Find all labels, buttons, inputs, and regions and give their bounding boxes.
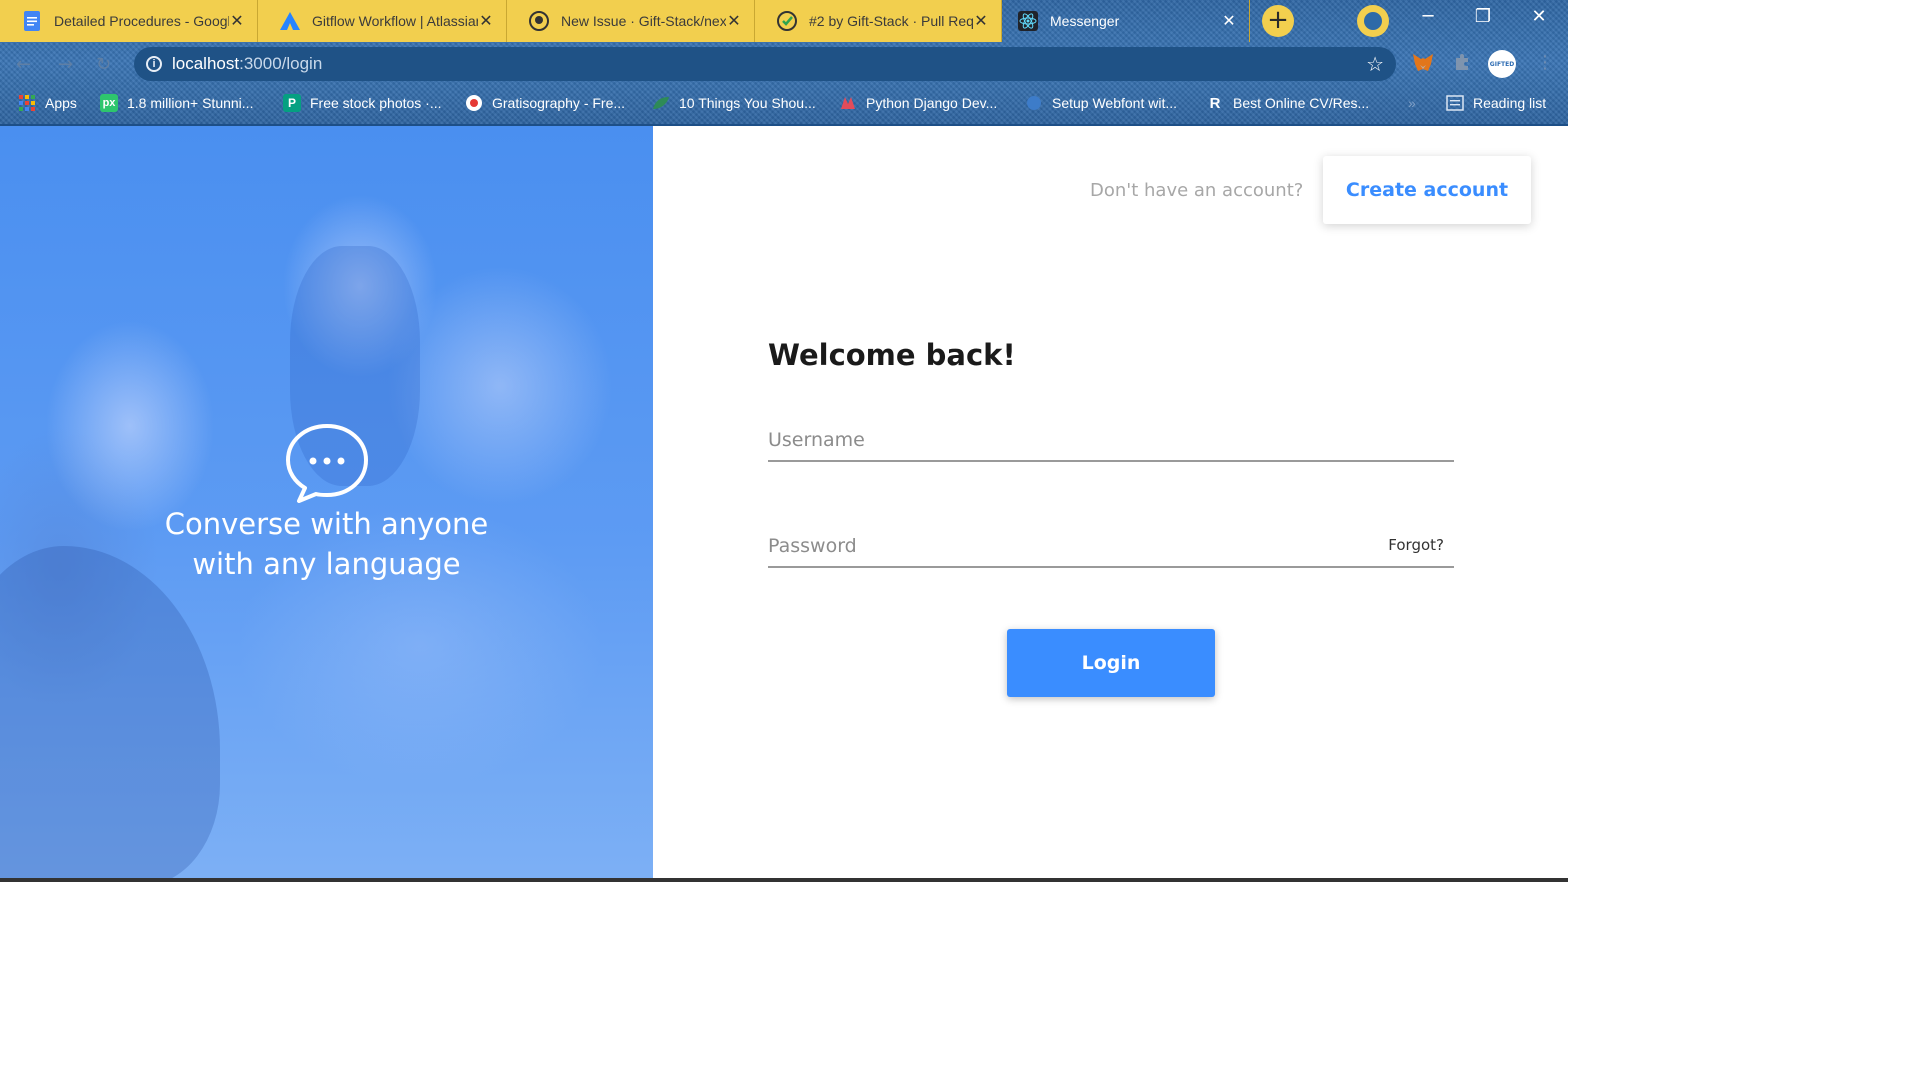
forgot-password-link[interactable]: Forgot? bbox=[1388, 536, 1444, 554]
metamask-fox-icon[interactable] bbox=[1412, 53, 1434, 78]
bookmark-leaf-icon bbox=[652, 94, 670, 112]
restore-button[interactable]: ❐ bbox=[1463, 6, 1503, 27]
more-bookmarks-icon[interactable]: » bbox=[1408, 92, 1416, 114]
bookmark-star-icon[interactable]: ☆ bbox=[1366, 52, 1384, 76]
close-icon[interactable]: ✕ bbox=[973, 11, 989, 31]
close-icon[interactable]: ✕ bbox=[726, 11, 742, 31]
bookmark-reading-list[interactable]: Reading list bbox=[1446, 92, 1546, 114]
browser-toolbar: ← → ↻ i localhost:3000/login ☆ GIFTED ⋮ bbox=[0, 42, 1568, 86]
close-icon[interactable]: ✕ bbox=[1221, 11, 1237, 31]
pixabay-icon: px bbox=[100, 94, 118, 112]
site-info-icon[interactable]: i bbox=[146, 56, 162, 72]
login-panel: Don't have an account? Create account We… bbox=[653, 126, 1568, 882]
bookmarks-bar: Apps px 1.8 million+ Stunni... P Free st… bbox=[0, 86, 1568, 120]
no-account-text: Don't have an account? bbox=[1090, 180, 1304, 201]
tab-messenger[interactable]: Messenger ✕ bbox=[1002, 0, 1250, 42]
extensions-puzzle-icon[interactable] bbox=[1453, 53, 1471, 76]
hero-tagline-line2: with any language bbox=[192, 547, 461, 581]
window-bottom-edge bbox=[0, 878, 1568, 882]
tab-new-issue[interactable]: New Issue · Gift-Stack/nextjs-messenger … bbox=[507, 0, 755, 42]
chat-bubble-icon bbox=[285, 424, 368, 503]
reading-list-icon bbox=[1446, 94, 1464, 112]
tab-strip: Detailed Procedures - Google Docs ✕ Gitf… bbox=[0, 0, 1568, 42]
github-check-icon bbox=[777, 11, 797, 31]
username-input[interactable] bbox=[768, 422, 1454, 458]
react-icon bbox=[1018, 11, 1038, 31]
tab-title: Gitflow Workflow | Atlassian Git Tutoria… bbox=[312, 13, 478, 29]
tab-title: Messenger bbox=[1050, 13, 1120, 29]
login-button[interactable]: Login bbox=[1007, 629, 1215, 697]
close-window-button[interactable]: ✕ bbox=[1519, 6, 1559, 27]
password-input[interactable] bbox=[768, 528, 1454, 564]
close-icon[interactable]: ✕ bbox=[478, 11, 494, 31]
username-field-wrapper bbox=[768, 422, 1454, 462]
bookmark-gratisography[interactable]: Gratisography - Fre... bbox=[465, 92, 625, 114]
bookmark-webfont[interactable]: Setup Webfont wit... bbox=[1025, 92, 1177, 114]
bookmark-pixabay[interactable]: px 1.8 million+ Stunni... bbox=[100, 92, 253, 114]
profile-avatar[interactable]: GIFTED bbox=[1488, 50, 1516, 78]
tab-google-docs[interactable]: Detailed Procedures - Google Docs ✕ bbox=[0, 0, 258, 42]
django-icon bbox=[839, 94, 857, 112]
hero-content: Converse with anyone with any language bbox=[0, 422, 653, 584]
tab-title: Detailed Procedures - Google Docs bbox=[54, 13, 229, 29]
close-icon[interactable]: ✕ bbox=[229, 11, 245, 31]
atlassian-icon bbox=[280, 11, 300, 31]
gratisography-icon bbox=[465, 94, 483, 112]
apps-grid-icon bbox=[18, 94, 36, 112]
bookmark-ten-things[interactable]: 10 Things You Shou... bbox=[652, 92, 816, 114]
address-bar[interactable]: i localhost:3000/login ☆ bbox=[134, 47, 1396, 81]
resume-icon: R bbox=[1209, 94, 1221, 112]
reload-icon[interactable]: ↻ bbox=[96, 54, 111, 75]
browser-chrome: Detailed Procedures - Google Docs ✕ Gitf… bbox=[0, 0, 1568, 126]
bookmark-pexels[interactable]: P Free stock photos ·... bbox=[283, 92, 442, 114]
bookmark-apps[interactable]: Apps bbox=[18, 92, 77, 114]
tab-atlassian[interactable]: Gitflow Workflow | Atlassian Git Tutoria… bbox=[258, 0, 507, 42]
minimize-button[interactable]: ─ bbox=[1408, 6, 1448, 27]
browser-menu-icon[interactable]: ⋮ bbox=[1536, 52, 1554, 73]
create-account-button[interactable]: Create account bbox=[1323, 156, 1531, 224]
back-icon[interactable]: ← bbox=[16, 54, 31, 75]
tab-pull-request[interactable]: #2 by Gift-Stack · Pull Request ✕ bbox=[755, 0, 1002, 42]
tab-search-icon[interactable] bbox=[1357, 5, 1389, 37]
bookmark-resume[interactable]: R Best Online CV/Res... bbox=[1206, 92, 1370, 114]
hero-panel: Converse with anyone with any language bbox=[0, 126, 653, 882]
webfont-icon bbox=[1025, 94, 1043, 112]
url-text[interactable]: localhost:3000/login bbox=[172, 54, 322, 74]
bookmark-django[interactable]: Python Django Dev... bbox=[839, 92, 997, 114]
hero-tagline-line1: Converse with anyone bbox=[164, 507, 489, 541]
docs-icon bbox=[22, 11, 42, 31]
github-icon bbox=[529, 11, 549, 31]
tab-title: New Issue · Gift-Stack/nextjs-messenger bbox=[561, 13, 726, 29]
hero-photo-shadow bbox=[0, 546, 220, 882]
tab-title: #2 by Gift-Stack · Pull Request bbox=[809, 13, 973, 29]
new-tab-button[interactable]: + bbox=[1262, 5, 1294, 37]
forward-icon[interactable]: → bbox=[58, 54, 73, 75]
password-field-wrapper: Forgot? bbox=[768, 528, 1454, 568]
page-title: Welcome back! bbox=[768, 338, 1016, 372]
pexels-icon: P bbox=[283, 94, 301, 112]
